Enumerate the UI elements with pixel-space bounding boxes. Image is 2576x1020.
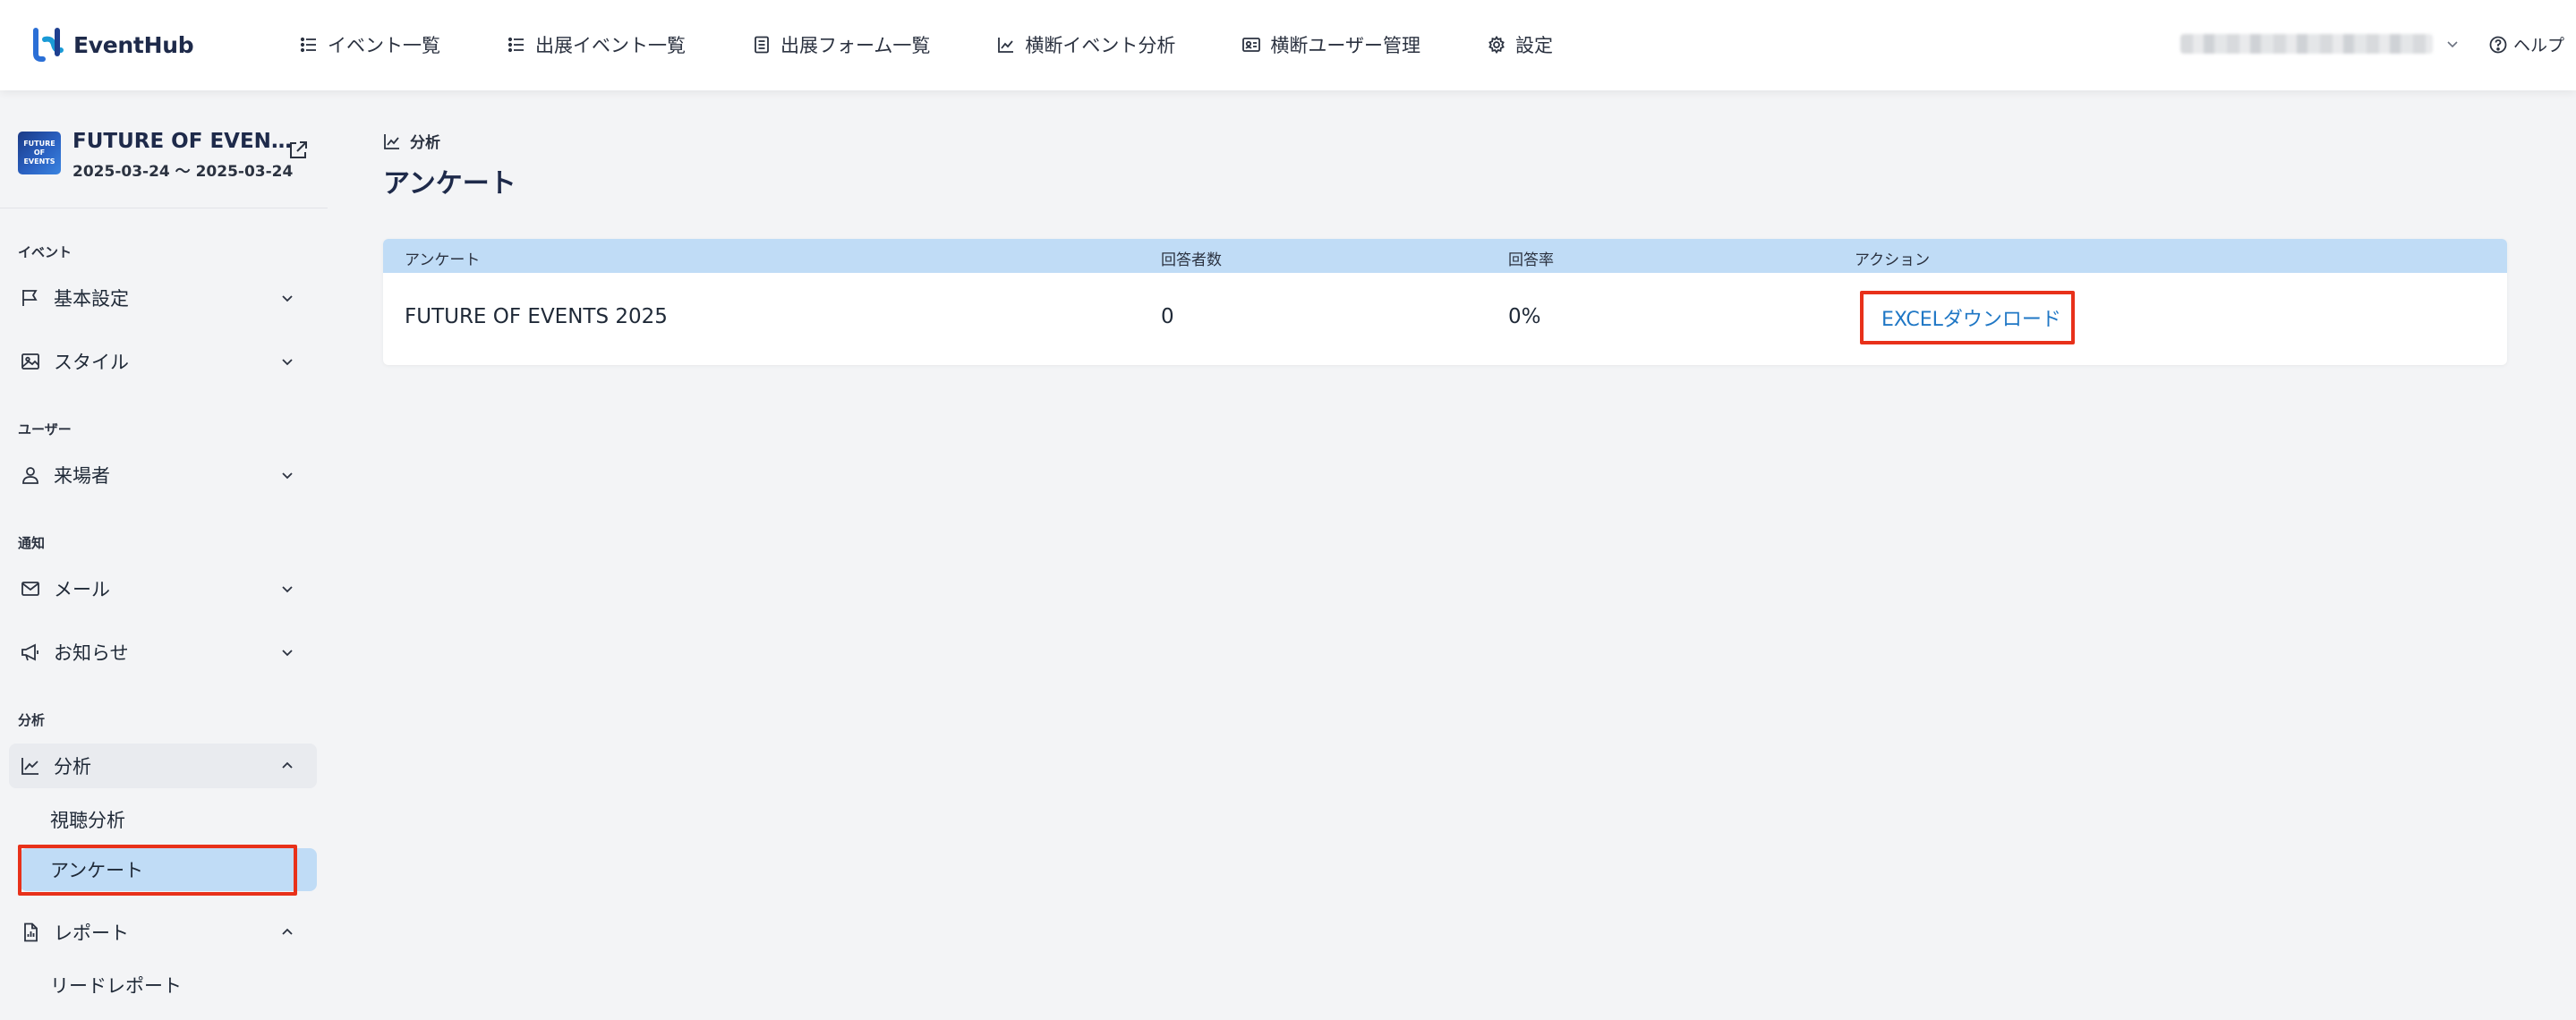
chart-line-icon (21, 758, 38, 775)
sidebar-item-mail[interactable]: メール (9, 566, 317, 611)
nav-exhibit-event-list[interactable]: 出展イベント一覧 (507, 31, 686, 58)
nav-label: 横断イベント分析 (1025, 35, 1176, 56)
help-circle-icon (2489, 36, 2507, 53)
sidebar-subitem-viewing-analysis[interactable]: 視聴分析 (20, 798, 317, 841)
nav-label: 横断ユーザー管理 (1270, 35, 1420, 56)
gear-icon (1488, 35, 1505, 55)
breadcrumb: 分析 (383, 130, 440, 152)
user-email-redacted (2180, 34, 2433, 54)
help-link[interactable]: ヘルプ (2488, 32, 2564, 56)
section-label-event: イベント (18, 244, 73, 260)
mail-icon (21, 582, 39, 596)
nav-cross-event-analysis[interactable]: 横断イベント分析 (996, 31, 1175, 58)
sidebar-item-visitors[interactable]: 来場者 (9, 453, 317, 497)
chevron-down-icon (282, 650, 293, 657)
sidebar-item-label: スタイル (54, 352, 129, 373)
section-label-analysis: 分析 (18, 712, 46, 728)
nav-label: 出展フォーム一覧 (780, 35, 931, 56)
sidebar: FUTURE OF EVENTS FUTURE OF EVENTS 2025 2… (0, 90, 328, 1020)
survey-table: アンケート 回答者数 回答率 アクション FUTURE OF EVENTS 20… (383, 239, 2507, 365)
nav-event-list[interactable]: イベント一覧 (299, 31, 440, 58)
current-event-card: FUTURE OF EVENTS FUTURE OF EVENTS 2025 2… (18, 130, 313, 183)
cell-response-rate: 0% (1508, 305, 1541, 328)
sidebar-item-news[interactable]: お知らせ (9, 630, 317, 675)
sidebar-item-label: お知らせ (54, 642, 129, 664)
thumb-text: OF (33, 149, 46, 157)
section-label-user: ユーザー (18, 421, 72, 438)
column-header-respondents: 回答者数 (1161, 251, 1222, 269)
chevron-down-icon (282, 295, 293, 302)
nav-settings[interactable]: 設定 (1487, 31, 1553, 58)
file-report-icon (24, 922, 38, 942)
image-icon (21, 353, 39, 370)
sidebar-item-label: メール (54, 579, 110, 600)
user-menu[interactable] (2180, 34, 2460, 54)
sidebar-item-style[interactable]: スタイル (9, 339, 317, 384)
excel-download-link[interactable]: EXCELダウンロード (1881, 303, 2061, 332)
nav-cross-user-management[interactable]: 横断ユーザー管理 (1241, 31, 1420, 58)
nav-label: 設定 (1514, 35, 1553, 56)
top-header: EventHub イベント一覧 出展イベント一覧 出展フォーム一覧 横断イベント… (0, 0, 2576, 90)
id-card-icon (1242, 38, 1261, 52)
sidebar-item-label: 分析 (54, 756, 91, 778)
eventhub-logo-icon (33, 28, 64, 62)
event-thumbnail: FUTURE OF EVENTS (18, 132, 61, 174)
section-label-notify: 通知 (18, 535, 46, 551)
sidebar-item-label: 来場者 (54, 465, 110, 487)
event-dates: 2025-03-24 〜 2025-03-24 (73, 163, 294, 181)
nav-exhibit-form-list[interactable]: 出展フォーム一覧 (752, 31, 930, 58)
help-label: ヘルプ (2513, 36, 2565, 55)
megaphone-icon (21, 643, 38, 661)
list-icon (300, 37, 316, 53)
chevron-down-icon (282, 586, 293, 593)
chart-line-icon (998, 38, 1014, 53)
event-title: FUTURE OF EVENTS 2025 (73, 130, 293, 153)
app-logo[interactable]: EventHub (32, 25, 194, 64)
sidebar-item-analysis[interactable]: 分析 (9, 744, 317, 788)
chart-line-icon (384, 133, 399, 149)
cell-survey-name: FUTURE OF EVENTS 2025 (405, 305, 668, 328)
chevron-up-icon (282, 761, 293, 769)
flag-icon (22, 290, 38, 306)
external-link-icon[interactable] (286, 139, 310, 162)
sidebar-item-basic-settings[interactable]: 基本設定 (9, 276, 317, 320)
chevron-down-icon (2447, 41, 2458, 48)
chevron-down-icon (282, 359, 293, 366)
sidebar-item-label: 基本設定 (54, 288, 129, 310)
nav-label: 出展イベント一覧 (535, 35, 686, 56)
column-header-action: アクション (1855, 251, 1931, 269)
form-icon (755, 36, 769, 54)
sidebar-subitem-survey[interactable]: アンケート (20, 848, 317, 891)
column-header-survey: アンケート (405, 251, 481, 269)
thumb-text: EVENTS (23, 157, 55, 166)
cell-respondent-count: 0 (1161, 305, 1174, 328)
app-name: EventHub (73, 31, 194, 58)
main-nav: イベント一覧 出展イベント一覧 出展フォーム一覧 横断イベント分析 横断ユーザー… (299, 27, 1619, 63)
list-icon (508, 37, 524, 53)
chevron-down-icon (282, 472, 293, 480)
table-header: アンケート 回答者数 回答率 アクション (383, 239, 2507, 273)
sidebar-item-report[interactable]: レポート (9, 910, 317, 955)
breadcrumb-label: 分析 (410, 134, 440, 152)
sidebar-item-label: レポート (54, 922, 129, 944)
column-header-response-rate: 回答率 (1508, 251, 1554, 269)
page-title: アンケート (383, 168, 516, 200)
thumb-text: FUTURE (23, 140, 55, 148)
sidebar-subitem-lead-report[interactable]: リードレポート (20, 964, 317, 1007)
nav-label: イベント一覧 (328, 35, 440, 56)
chevron-up-icon (282, 928, 293, 935)
user-icon (22, 467, 38, 484)
